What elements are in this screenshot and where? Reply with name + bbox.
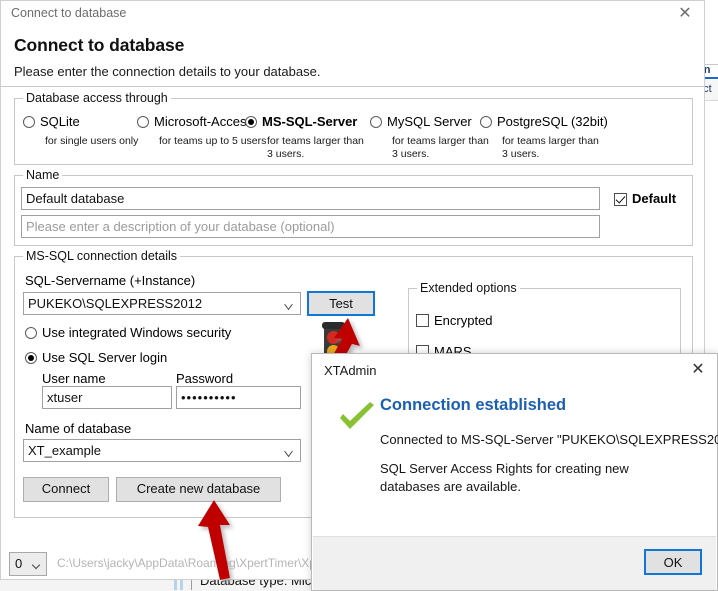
header-divider [1,86,705,87]
ok-button[interactable]: OK [644,549,702,575]
database-access-legend: Database access through [23,91,171,105]
username-label: User name [42,371,106,386]
servername-value: PUKEKO\SQLEXPRESS2012 [28,296,202,311]
radio-microsoft-access-label: Microsoft-Access [154,114,253,129]
name-legend: Name [23,168,62,182]
message-box-title: XTAdmin [324,363,377,378]
chevron-down-icon [285,301,294,307]
connect-button[interactable]: Connect [23,477,109,502]
radio-sql-login-circle [25,352,37,364]
green-check-icon [337,402,377,434]
radio-postgresql-circle [480,116,492,128]
radio-sqlite-label: SQLite [40,114,80,129]
password-input[interactable]: •••••••••• [176,386,301,409]
database-combo-value: XT_example [28,443,101,458]
red-arrow-pointing-to-create-new-database-button [190,498,250,584]
default-checkbox[interactable] [614,193,627,206]
close-icon[interactable]: ✕ [672,3,698,25]
dialog-titlebar: Connect to database ✕ [1,1,704,27]
radio-integrated-label: Use integrated Windows security [42,325,231,340]
encrypted-checkbox[interactable] [416,314,429,327]
chevron-down-icon [285,448,294,454]
page-subtitle: Please enter the connection details to y… [14,64,320,79]
radio-sqlite-circle [23,116,35,128]
radio-microsoft-access-circle [137,116,149,128]
radio-postgresql-label: PostgreSQL (32bit) [497,114,608,129]
database-access-group: Database access through SQLite for singl… [14,98,693,165]
servername-combo[interactable]: PUKEKO\SQLEXPRESS2012 [23,292,301,315]
xtadmin-message-box: XTAdmin ✕ Connection established Connect… [311,353,718,591]
message-line-1: Connected to MS-SQL-Server "PUKEKO\SQLEX… [380,432,718,447]
message-heading: Connection established [380,396,566,415]
radio-mysql-server-circle [370,116,382,128]
radio-sql-login-label: Use SQL Server login [42,350,167,365]
radio-ms-sql-server-sub: for teams larger than 3 users. [267,135,372,161]
message-line-2: SQL Server Access Rights for creating ne… [380,460,690,496]
radio-ms-sql-server-label: MS-SQL-Server [262,114,357,129]
password-label: Password [176,371,233,386]
servername-label: SQL-Servername (+Instance) [25,273,195,288]
database-description-input[interactable]: Please enter a description of your datab… [21,215,600,238]
message-box-footer: OK [313,536,716,590]
radio-sqlite-sub: for single users only [45,135,155,148]
extended-options-legend: Extended options [417,281,520,295]
radio-mysql-server-sub: for teams larger than 3 users. [392,135,497,161]
username-input[interactable]: xtuser [42,386,172,409]
dialog-title: Connect to database [11,6,126,20]
database-combo[interactable]: XT_example [23,439,301,462]
database-name-label: Name of database [25,421,131,436]
config-index-value: 0 [15,556,22,571]
close-icon[interactable]: ✕ [684,358,712,382]
encrypted-checkbox-label: Encrypted [434,313,493,328]
database-name-input[interactable]: Default database [21,187,600,210]
default-checkbox-label: Default [632,191,676,206]
config-index-combo[interactable]: 0 [9,552,47,576]
radio-mysql-server-label: MySQL Server [387,114,472,129]
radio-ms-sql-server-circle [245,116,257,128]
radio-integrated-circle [25,327,37,339]
ms-sql-connection-legend: MS-SQL connection details [23,249,180,263]
chevron-down-icon [33,562,40,567]
radio-postgresql-sub: for teams larger than 3 users. [502,135,607,161]
page-title: Connect to database [14,35,184,56]
